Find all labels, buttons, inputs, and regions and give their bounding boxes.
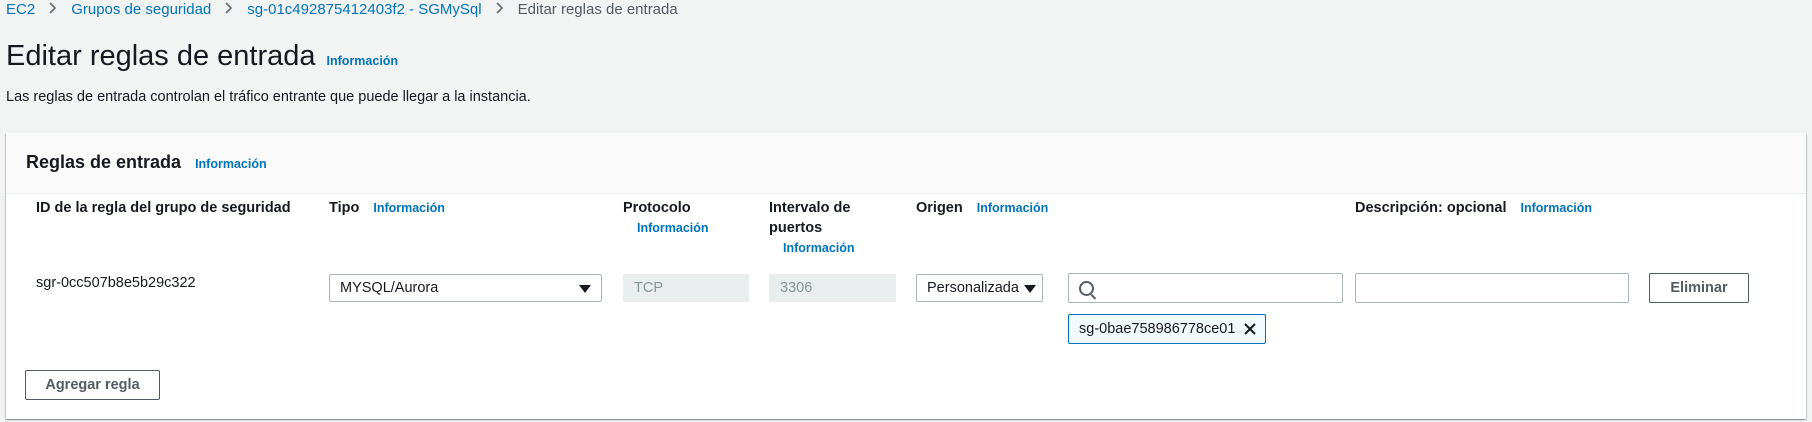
- column-port-range: Intervalo de puertos Información: [769, 198, 855, 258]
- caret-down-icon: [579, 285, 591, 293]
- column-rule-id-label: ID de la regla del grupo de seguridad: [36, 200, 291, 216]
- add-rule-button[interactable]: Agregar regla: [25, 370, 160, 400]
- column-source-label: Origen: [916, 200, 963, 216]
- description-info-link[interactable]: Información: [1520, 201, 1592, 215]
- port-range-field: 3306: [769, 274, 896, 302]
- column-protocol-label: Protocolo: [623, 200, 691, 216]
- column-port-range-label: Intervalo de: [769, 200, 851, 216]
- column-description: Descripción: opcional Información: [1355, 198, 1592, 218]
- column-protocol: Protocolo Información: [623, 198, 709, 238]
- search-icon: [1079, 281, 1094, 296]
- protocol-field: TCP: [623, 274, 749, 302]
- description-input[interactable]: [1355, 273, 1629, 303]
- page-description: Las reglas de entrada controlan el tráfi…: [6, 89, 531, 105]
- chevron-right-icon: [496, 1, 504, 17]
- panel-title: Reglas de entrada: [26, 152, 182, 172]
- caret-down-icon: [1024, 285, 1036, 293]
- page-title: Editar reglas de entrada: [6, 40, 316, 72]
- add-rule-button-label: Agregar regla: [45, 377, 140, 393]
- breadcrumb-security-groups[interactable]: Grupos de seguridad: [71, 1, 211, 18]
- page-header: Editar reglas de entrada Información: [6, 40, 398, 73]
- delete-button-label: Eliminar: [1670, 280, 1728, 296]
- breadcrumb-security-group[interactable]: sg-01c492875412403f2 - SGMySql: [247, 1, 481, 18]
- page-info-link[interactable]: Información: [327, 54, 399, 68]
- panel-header: Reglas de entrada Información: [6, 133, 1806, 194]
- panel-title-group: Reglas de entrada Información: [26, 152, 267, 173]
- source-token: sg-0bae758986778ce01: [1068, 314, 1266, 344]
- source-select[interactable]: Personalizada: [916, 274, 1043, 302]
- inbound-rules-panel: Reglas de entrada Información ID de la r…: [6, 133, 1806, 419]
- type-select[interactable]: MYSQL/Aurora: [329, 274, 602, 302]
- column-type: Tipo Información: [329, 198, 445, 218]
- panel-info-link[interactable]: Información: [195, 157, 267, 171]
- source-info-link[interactable]: Información: [977, 201, 1049, 215]
- type-select-value: MYSQL/Aurora: [340, 280, 439, 296]
- close-icon[interactable]: [1241, 320, 1259, 338]
- column-description-label: Descripción: opcional: [1355, 200, 1507, 216]
- column-type-label: Tipo: [329, 200, 360, 216]
- breadcrumb: EC2 Grupos de seguridad sg-01c4928754124…: [6, 0, 678, 18]
- source-select-value: Personalizada: [927, 280, 1019, 296]
- column-source: Origen Información: [916, 198, 1048, 218]
- source-token-label: sg-0bae758986778ce01: [1079, 321, 1236, 337]
- breadcrumb-ec2[interactable]: EC2: [6, 1, 35, 18]
- type-info-link[interactable]: Información: [373, 201, 445, 215]
- column-rule-id: ID de la regla del grupo de seguridad: [36, 198, 291, 218]
- delete-button[interactable]: Eliminar: [1649, 273, 1749, 303]
- column-port-range-label-2: puertos: [769, 220, 823, 236]
- chevron-right-icon: [49, 1, 57, 17]
- breadcrumb-current: Editar reglas de entrada: [517, 0, 678, 18]
- rule-id-value: sgr-0cc507b8e5b29c322: [36, 275, 196, 291]
- chevron-right-icon: [225, 1, 233, 17]
- source-search-input[interactable]: [1068, 273, 1343, 303]
- port-range-info-link[interactable]: Información: [783, 238, 855, 258]
- protocol-info-link[interactable]: Información: [637, 218, 709, 238]
